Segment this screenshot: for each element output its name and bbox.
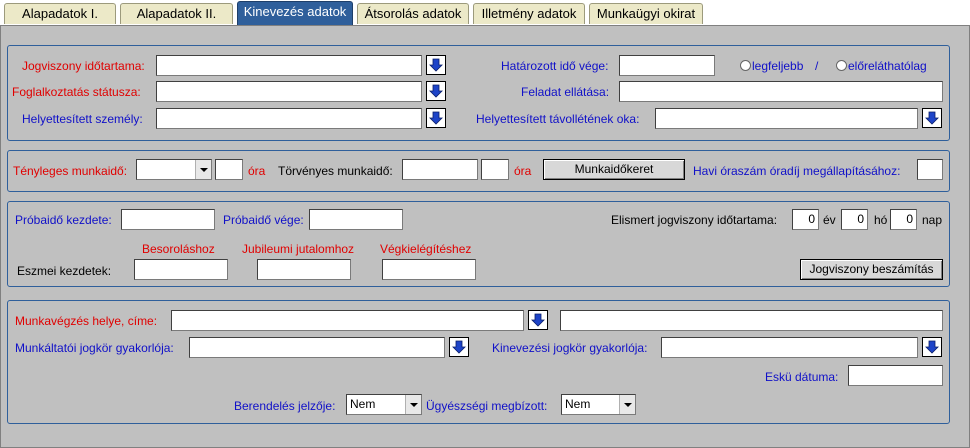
feladat-label: Feladat ellátása: — [521, 85, 610, 99]
chevron-down-icon — [405, 395, 421, 414]
berendeles-select[interactable]: Nem — [346, 394, 422, 415]
torvenyes-ora-unit: óra — [514, 164, 532, 178]
nap-unit: nap — [922, 213, 943, 227]
hatarozott-field[interactable] — [619, 55, 715, 76]
arrow-down-icon — [429, 111, 443, 125]
helyettesitett-field[interactable] — [156, 108, 422, 129]
elismert-nap-field[interactable]: 0 — [890, 209, 917, 230]
tavollet-dropdown-button[interactable] — [922, 108, 942, 128]
arrow-down-icon — [429, 58, 443, 72]
hatarozott-label: Határozott idő vége: — [501, 59, 609, 73]
arrow-down-icon — [452, 340, 466, 354]
arrow-down-icon — [429, 84, 443, 98]
ev-unit: év — [823, 213, 836, 227]
helyettesitett-dropdown-button[interactable] — [426, 108, 446, 128]
kinevezesi-dropdown-button[interactable] — [922, 337, 942, 357]
munkavegzes-label: Munkavégzés helye, címe: — [15, 314, 158, 328]
arrow-down-icon — [531, 313, 545, 327]
probaido-kezdete-field[interactable] — [121, 209, 215, 230]
torvenyes-label: Törvényes munkaidő: — [278, 164, 393, 178]
munkaltatoi-label: Munkáltatói jogkör gyakorlója: — [15, 341, 174, 355]
tab-illetmeny-adatok[interactable]: Illetmény adatok — [473, 3, 585, 24]
elismert-label: Elismert jogviszony időtartama: — [611, 213, 778, 227]
havi-oraszam-label: Havi óraszám óradíj megállapításához: — [693, 164, 901, 178]
besorolashoz-label: Besoroláshoz — [142, 242, 215, 256]
tab-alapadatok-2[interactable]: Alapadatok II. — [120, 3, 233, 24]
radio-legfeljebb-label: legfeljebb — [752, 59, 804, 73]
besorolashoz-field[interactable] — [134, 259, 228, 280]
munkaidokeret-button[interactable]: Munkaidőkeret — [543, 159, 685, 180]
jogviszony-label: Jogviszony időtartama: — [22, 59, 145, 73]
esku-label: Eskü dátuma: — [765, 370, 839, 384]
elismert-ev-field[interactable]: 0 — [792, 209, 819, 230]
jubileumi-field[interactable] — [257, 259, 351, 280]
arrow-down-icon — [925, 340, 939, 354]
elismert-ho-field[interactable]: 0 — [841, 209, 868, 230]
probaido-vege-label: Próbaidő vége: — [223, 213, 304, 227]
munkavegzes-field[interactable] — [171, 310, 524, 331]
ho-unit: hó — [874, 213, 888, 227]
arrow-down-icon — [925, 111, 939, 125]
munkavegzes-extra-field[interactable] — [560, 310, 943, 331]
kinevezesi-field[interactable] — [661, 337, 918, 358]
tab-kinevezes-adatok[interactable]: Kinevezés adatok — [237, 1, 353, 25]
tavollet-label: Helyettesített távollétének oka: — [476, 112, 640, 126]
eszmei-kezdetek-label: Eszmei kezdetek: — [17, 264, 112, 278]
tab-alapadatok-1[interactable]: Alapadatok I. — [4, 3, 116, 24]
radio-elorelathatolag[interactable] — [836, 60, 847, 71]
chevron-down-icon — [619, 395, 635, 414]
tenyleges-ora-unit: óra — [248, 164, 266, 178]
vegkielegiteshez-field[interactable] — [382, 259, 476, 280]
chevron-down-icon — [195, 160, 211, 179]
berendeles-label: Berendelés jelzője: — [234, 399, 336, 413]
berendeles-select-value: Nem — [350, 397, 376, 411]
tab-atsorolas-adatok[interactable]: Átsorolás adatok — [357, 3, 469, 24]
ugyeszsegi-select-value: Nem — [565, 397, 591, 411]
tenyleges-ora-field[interactable] — [215, 159, 243, 180]
kinevezesi-label: Kinevezési jogkör gyakorlója: — [492, 341, 648, 355]
esku-field[interactable] — [848, 365, 943, 386]
radio-separator: / — [815, 59, 819, 73]
radio-legfeljebb[interactable] — [740, 60, 751, 71]
munkaltatoi-field[interactable] — [189, 337, 445, 358]
probaido-kezdete-label: Próbaidő kezdete: — [15, 213, 112, 227]
ugyeszsegi-select[interactable]: Nem — [561, 394, 636, 415]
ugyeszsegi-label: Ügyészségi megbízott: — [426, 399, 548, 413]
munkaltatoi-dropdown-button[interactable] — [449, 337, 469, 357]
jogviszony-beszamitas-button[interactable]: Jogviszony beszámítás — [800, 259, 943, 280]
havi-oraszam-field[interactable] — [917, 159, 943, 180]
torvenyes-ora-field[interactable] — [481, 159, 509, 180]
probaido-vege-field[interactable] — [309, 209, 403, 230]
foglalkoztatas-dropdown-button[interactable] — [426, 81, 446, 101]
radio-elorelathatolag-label: előreláthatólag — [848, 59, 927, 73]
feladat-field[interactable] — [619, 81, 943, 102]
tavollet-field[interactable] — [655, 108, 918, 129]
jogviszony-field[interactable] — [156, 55, 422, 76]
munkavegzes-dropdown-button[interactable] — [528, 310, 548, 330]
jogviszony-dropdown-button[interactable] — [426, 55, 446, 75]
foglalkoztatas-field[interactable] — [156, 81, 422, 102]
jubileumi-label: Jubileumi jutalomhoz — [242, 242, 355, 256]
vegkielegiteshez-label: Végkielégítéshez — [380, 242, 472, 256]
foglalkoztatas-label: Foglalkoztatás státusza: — [12, 85, 141, 99]
torvenyes-field[interactable] — [402, 159, 478, 180]
tenyleges-label: Tényleges munkaidő: — [13, 164, 128, 178]
tab-munkaugyi-okirat[interactable]: Munkaügyi okirat — [589, 3, 703, 24]
tenyleges-select[interactable] — [136, 159, 212, 180]
helyettesitett-label: Helyettesített személy: — [22, 112, 143, 126]
